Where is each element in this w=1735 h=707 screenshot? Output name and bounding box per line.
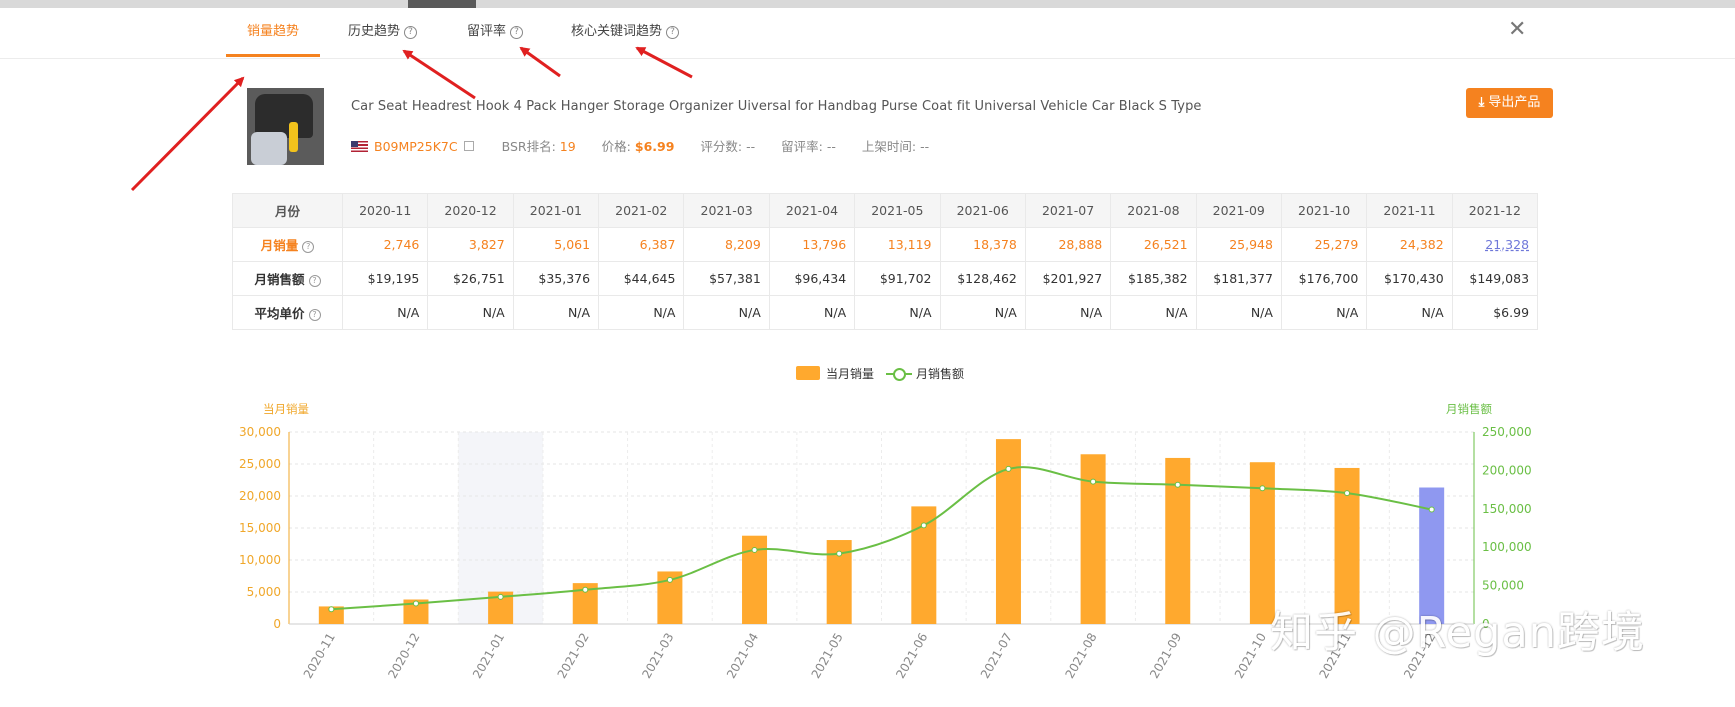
y2-tick-label: 150,000 [1482,502,1532,516]
x-tick-label: 2020-11 [301,631,338,681]
line-point [1428,506,1435,513]
x-tick-label: 2021-10 [1232,631,1269,681]
line-point [328,606,335,613]
line-point [1259,485,1266,492]
x-tick-label: 2021-07 [978,631,1015,681]
x-tick-label: 2021-06 [893,631,930,681]
line-point [1344,490,1351,497]
line-point [920,522,927,529]
x-tick-label: 2021-04 [724,631,761,681]
x-tick-label: 2021-02 [555,631,592,681]
line-point [497,593,504,600]
y-tick-label: 30,000 [239,425,281,439]
y2-tick-label: 100,000 [1482,540,1532,554]
x-tick-label: 2021-03 [639,631,676,681]
y-tick-label: 20,000 [239,489,281,503]
line-point [1005,465,1012,472]
x-tick-label: 2021-01 [470,631,507,681]
line-point [666,576,673,583]
x-tick-label: 2021-09 [1147,631,1184,681]
y-tick-label: 15,000 [239,521,281,535]
x-tick-label: 2020-12 [385,631,422,681]
y2-tick-label: 200,000 [1482,463,1532,477]
line-point [751,546,758,553]
y-tick-label: 0 [273,617,281,631]
y-tick-label: 5,000 [247,585,281,599]
y-tick-label: 10,000 [239,553,281,567]
line-point [836,550,843,557]
line-point [582,586,589,593]
x-tick-label: 2021-08 [1063,631,1100,681]
line-point [412,600,419,607]
y2-tick-label: 50,000 [1482,579,1524,593]
line-point [1174,481,1181,488]
line-point [1090,478,1097,485]
y2-tick-label: 250,000 [1482,425,1532,439]
y-tick-label: 25,000 [239,457,281,471]
watermark-text: 知乎 @Regan跨境 [1270,608,1645,658]
x-tick-label: 2021-05 [809,631,846,681]
